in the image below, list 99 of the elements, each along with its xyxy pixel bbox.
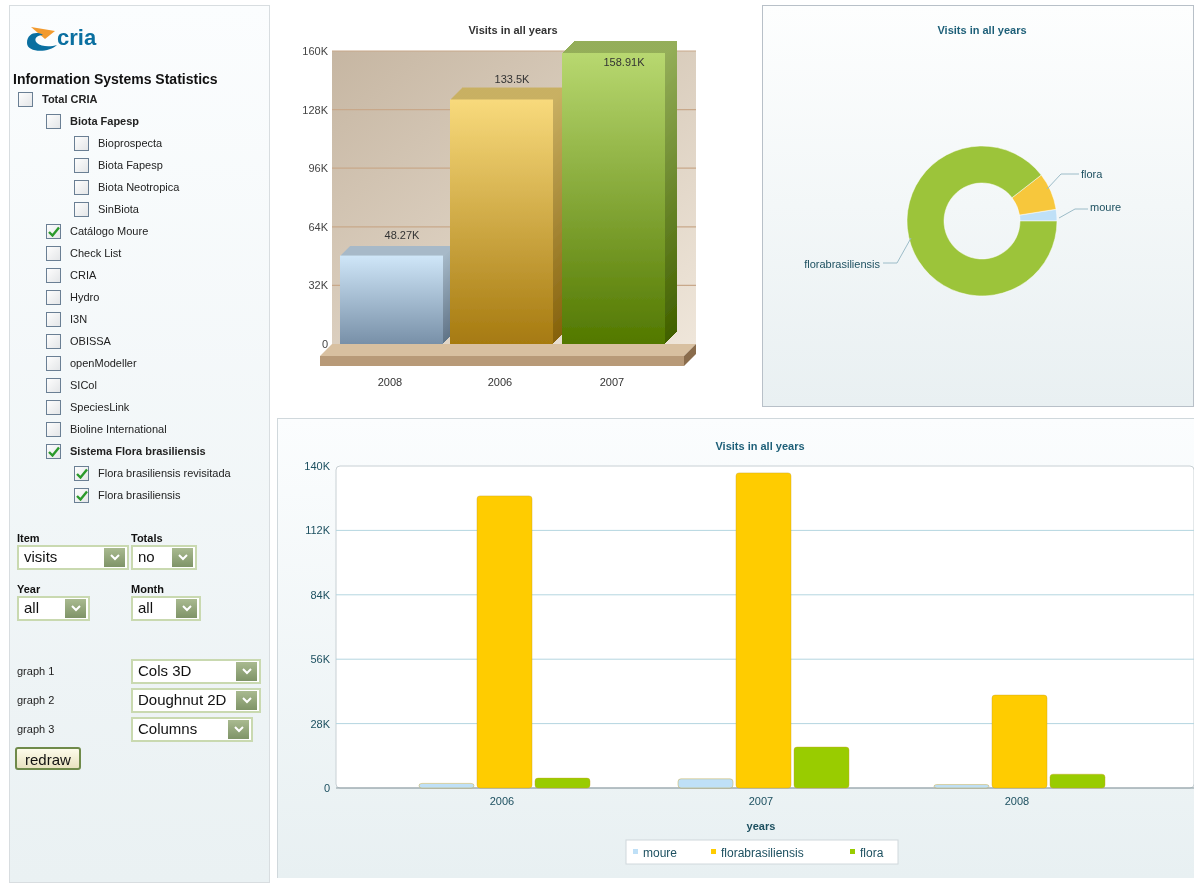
- axis-label: 84K: [310, 588, 330, 601]
- checkbox-label: Biota Fapesp: [98, 157, 163, 173]
- field-label: graph 3: [17, 722, 56, 738]
- dropdown[interactable]: visits: [17, 545, 129, 570]
- checkbox-label: SpeciesLink: [70, 399, 130, 415]
- checkbox[interactable]: [46, 113, 61, 129]
- axis-label: 64K: [308, 220, 328, 233]
- caret-icon: [228, 720, 249, 739]
- checkbox-label: I3N: [70, 311, 88, 327]
- checkbox-label: Check List: [70, 245, 122, 261]
- caret-icon: [236, 691, 257, 710]
- checkbox-label: Flora brasiliensis: [98, 487, 181, 503]
- logo-text: cria: [57, 27, 97, 49]
- dropdown[interactable]: all: [17, 596, 90, 621]
- caret-icon: [65, 599, 86, 618]
- checkbox-label: Flora brasiliensis revisitada: [98, 465, 231, 481]
- redraw-button[interactable]: redraw: [15, 747, 81, 770]
- checkbox[interactable]: [46, 245, 61, 261]
- slice-label: florabrasiliensis: [804, 258, 880, 270]
- checkbox[interactable]: [46, 399, 61, 415]
- field-label: Month: [131, 583, 164, 596]
- checkbox-label: openModeller: [70, 355, 137, 371]
- leader-line: [1046, 173, 1080, 190]
- axis-label: 112K: [305, 524, 330, 537]
- field-label: Item: [17, 532, 40, 545]
- axis-label: 32K: [308, 279, 328, 292]
- axis-label: 28K: [310, 717, 330, 730]
- checkbox[interactable]: [74, 465, 89, 481]
- checkbox-label: Total CRIA: [42, 91, 98, 107]
- checkbox[interactable]: [46, 311, 61, 327]
- checkbox-label: Catálogo Moure: [70, 223, 149, 239]
- panel-title: Information Systems Statistics: [13, 70, 219, 88]
- field-label: graph 2: [17, 693, 56, 709]
- data-label: 133.5K: [494, 72, 530, 85]
- chart-title: Visits in all years: [715, 440, 805, 452]
- checkbox-label: SICol: [70, 377, 97, 393]
- legend-swatch: [711, 849, 716, 854]
- data-label: 158.91K: [603, 56, 645, 68]
- legend-label: moure: [643, 846, 677, 860]
- dropdown[interactable]: no: [131, 545, 197, 570]
- checkbox[interactable]: [46, 333, 61, 349]
- checkbox[interactable]: [46, 289, 61, 305]
- dropdown[interactable]: Cols 3D: [131, 659, 261, 684]
- checkbox-label: CRIA: [70, 267, 97, 283]
- legend-swatch: [633, 849, 638, 854]
- chart-title: Visits in all years: [937, 24, 1027, 36]
- checkbox[interactable]: [74, 157, 89, 173]
- checkbox[interactable]: [46, 267, 61, 283]
- dropdown[interactable]: Columns: [131, 717, 253, 742]
- axis-label: 160K: [302, 45, 328, 57]
- checkbox-label: Sistema Flora brasiliensis: [70, 443, 206, 459]
- axis-label: 96K: [308, 162, 328, 175]
- legend-label: flora: [860, 846, 884, 860]
- leader-line: [882, 237, 912, 264]
- axis-label: 2007: [599, 376, 625, 388]
- checkbox[interactable]: [46, 355, 61, 371]
- checkbox[interactable]: [74, 179, 89, 195]
- axis-label: 2006: [487, 376, 513, 388]
- checkbox[interactable]: [74, 487, 89, 503]
- checkbox-label: OBISSA: [70, 333, 111, 349]
- checkbox[interactable]: [74, 201, 89, 217]
- checkbox[interactable]: [46, 443, 61, 459]
- slice-label: flora: [1081, 168, 1103, 180]
- axis-label: 2008: [377, 376, 403, 388]
- caret-icon: [176, 599, 197, 618]
- checkbox-label: Biota Fapesp: [70, 113, 140, 129]
- legend-label: florabrasiliensis: [721, 846, 804, 860]
- checkbox[interactable]: [46, 377, 61, 393]
- caret-icon: [236, 662, 257, 681]
- axis-label: 56K: [310, 653, 330, 666]
- checkbox-label: Biota Neotropica: [98, 179, 180, 195]
- checkbox-label: Hydro: [70, 289, 100, 305]
- axis-title: years: [746, 820, 776, 832]
- dropdown[interactable]: Doughnut 2D: [131, 688, 261, 713]
- axis-label: 140K: [304, 460, 330, 472]
- checkbox-label: Bioline International: [70, 421, 167, 437]
- axis-label: 0: [321, 338, 328, 350]
- axis-label: 0: [323, 782, 330, 794]
- field-label: graph 1: [17, 664, 56, 680]
- axis-label: 128K: [302, 103, 328, 116]
- data-label: 48.27K: [384, 228, 420, 241]
- leader-line: [1058, 208, 1089, 219]
- chart-title: Visits in all years: [468, 24, 558, 36]
- field-label: Year: [17, 583, 41, 596]
- axis-label: 2008: [1004, 795, 1030, 807]
- checkbox[interactable]: [46, 223, 61, 239]
- checkbox[interactable]: [46, 421, 61, 437]
- checkbox[interactable]: [74, 135, 89, 151]
- axis-label: 2006: [489, 795, 515, 807]
- field-label: Totals: [131, 532, 163, 545]
- checkbox-label: Bioprospecta: [98, 135, 163, 151]
- checkbox-label: SinBiota: [98, 201, 139, 217]
- axis-label: 2007: [748, 795, 774, 807]
- checkbox[interactable]: [18, 91, 33, 107]
- legend-swatch: [850, 849, 855, 854]
- dropdown[interactable]: all: [131, 596, 201, 621]
- caret-icon: [104, 548, 125, 567]
- caret-icon: [172, 548, 193, 567]
- slice-label: moure: [1090, 201, 1122, 213]
